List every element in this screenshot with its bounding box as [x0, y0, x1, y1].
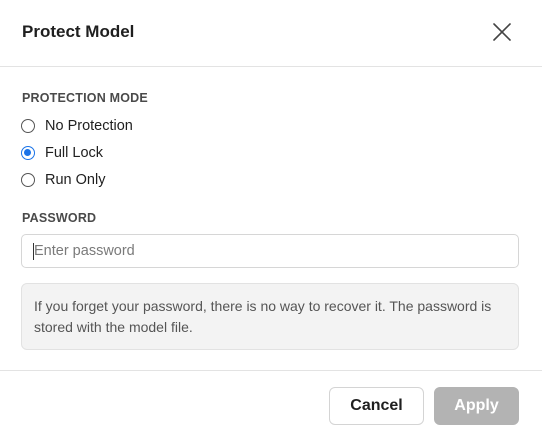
dialog-footer: Cancel Apply: [0, 370, 542, 437]
radio-full-lock[interactable]: Full Lock: [21, 144, 103, 162]
radio-button[interactable]: [21, 173, 35, 187]
password-label: PASSWORD: [22, 211, 97, 225]
radio-button[interactable]: [21, 146, 35, 160]
close-icon: [493, 23, 511, 41]
dialog-header: Protect Model: [0, 0, 542, 67]
radio-label: Full Lock: [45, 145, 104, 161]
radio-label: No Protection: [45, 118, 133, 134]
password-input[interactable]: [21, 234, 519, 268]
radio-button[interactable]: [21, 119, 35, 133]
password-warning: If you forget your password, there is no…: [21, 283, 519, 350]
cancel-button[interactable]: Cancel: [329, 387, 424, 425]
radio-run-only[interactable]: Run Only: [21, 171, 105, 189]
radio-no-protection[interactable]: No Protection: [21, 117, 133, 135]
close-button[interactable]: [490, 20, 514, 44]
protection-mode-label: PROTECTION MODE: [22, 91, 148, 105]
protect-model-dialog: Protect Model PROTECTION MODE No Protect…: [0, 0, 542, 437]
text-cursor: [33, 243, 34, 260]
dialog-title: Protect Model: [22, 22, 135, 41]
apply-button[interactable]: Apply: [434, 387, 519, 425]
radio-label: Run Only: [45, 172, 106, 188]
